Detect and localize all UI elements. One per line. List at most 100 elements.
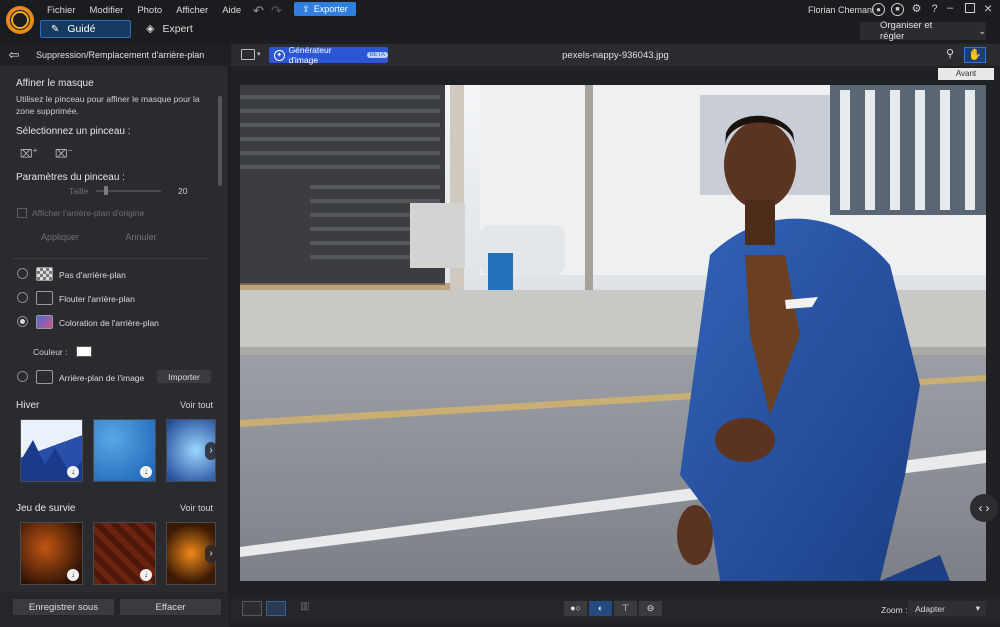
zoom-label: Zoom : [881,605,908,615]
hand-pan-icon[interactable]: ✋ [964,47,986,63]
minimize-icon[interactable]: – [947,2,953,14]
layers-icon: ◈ [146,23,155,35]
organize-adjust-dropdown[interactable]: Organiser et régler ⌄ [860,20,986,42]
main-area: ▾ ✦ Générateur d'image BETA pexels-nappy… [231,44,1000,627]
filmstrip-icon[interactable]: ▥ [300,601,320,616]
help-icon[interactable]: ? [928,3,941,16]
brush-size-slider-knob[interactable] [104,186,108,195]
notification-icon[interactable]: ■ [891,3,904,16]
option-image-background-label: Arrière-plan de l'image [59,373,145,383]
brush-remove-icon[interactable]: ⌧− [55,146,73,162]
image-generator-label: Générateur d'image [288,45,332,65]
refine-mask-desc-line1: Utilisez le pinceau pour affiner le masq… [16,94,200,104]
refine-mask-title: Affiner le masque [16,78,94,89]
radio-no-background[interactable] [17,268,28,279]
brush-params-label: Paramètres du pinceau : [16,172,125,183]
panel-title: Suppression/Remplacement d'arrière-plan [36,50,205,60]
street-portrait-photo [240,85,986,581]
menu-bar: Fichier Modifier Photo Afficher Aide [47,5,241,16]
panel-scrollbar[interactable] [218,96,222,186]
chevron-down-icon: ⌄ [978,25,986,36]
apply-button[interactable]: Appliquer [16,229,104,245]
split-horizontal-icon[interactable]: ⊖ [639,601,662,616]
account-icon[interactable]: ● [872,3,885,16]
download-icon[interactable]: ↓ [140,569,152,581]
show-original-checkbox[interactable] [17,208,27,218]
panel-scroll-area[interactable]: Affiner le masque Utilisez le pinceau po… [0,66,229,586]
survival-thumb-2[interactable]: ↓ [93,522,156,585]
magic-wand-icon: ✎ [51,23,60,35]
section-winter-title: Hiver [16,400,40,411]
transparent-checker-icon [36,267,53,281]
divider [12,258,209,259]
maximize-icon[interactable] [965,3,975,13]
folder-icon[interactable] [241,49,255,60]
tab-guide[interactable]: ✎ Guidé [40,20,131,38]
zoom-value: Adapter [915,603,945,614]
upload-icon: ⇪ [302,3,310,14]
winter-thumb-1[interactable]: ↓ [20,419,83,482]
app-logo-icon [6,6,34,34]
blur-person-icon [36,291,53,305]
radio-color-background[interactable] [17,316,28,327]
single-view-icon[interactable] [242,601,262,616]
menu-aide[interactable]: Aide [222,5,241,16]
menu-fichier[interactable]: Fichier [47,5,76,16]
option-no-background-label: Pas d'arrière-plan [59,270,126,280]
back-arrow-icon[interactable]: ⇦ [0,44,28,66]
main-toolbar: ▾ ✦ Générateur d'image BETA pexels-nappy… [231,44,1000,66]
tab-expert-label: Expert [162,22,193,35]
survival-next-arrow-icon[interactable]: › [205,545,217,563]
menu-photo[interactable]: Photo [137,5,162,16]
close-icon[interactable]: × [984,0,992,16]
clear-button[interactable]: Effacer [120,599,221,615]
redo-icon[interactable]: ↷ [271,3,282,19]
section-survival-title: Jeu de survie [16,503,76,514]
winter-thumb-2[interactable]: ↓ [93,419,156,482]
radio-image-background[interactable] [17,371,28,382]
size-label: Taille [69,186,89,196]
import-button[interactable]: Importer [157,370,211,383]
tooltip-before: Avant [938,68,994,80]
survival-see-all-link[interactable]: Voir tout [180,503,213,513]
zoom-search-icon[interactable]: ⚲ [940,47,960,63]
tab-guide-label: Guidé [67,23,96,35]
bottom-bar: ▥ ●○ ◐ ⊤ ⊖ Zoom : Adapter ▾ [231,597,1000,621]
image-generator-button[interactable]: ✦ Générateur d'image BETA [269,45,388,65]
split-vertical-icon[interactable]: ⊤ [614,601,637,616]
menu-afficher[interactable]: Afficher [176,5,208,16]
chevron-left-icon[interactable]: ‹ [979,501,983,515]
settings-gear-icon[interactable]: ⚙ [910,3,923,16]
compare-toggle-icon[interactable]: ●○ [564,601,587,616]
caret-down-icon[interactable]: ▾ [257,50,261,58]
menu-modifier[interactable]: Modifier [90,5,124,16]
download-icon[interactable]: ↓ [67,466,79,478]
photo-canvas[interactable] [240,85,986,581]
radio-blur-background[interactable] [17,292,28,303]
ai-generator-icon: ✦ [274,49,285,61]
beta-badge: BETA [366,52,388,58]
title-bar: Fichier Modifier Photo Afficher Aide ↶ ↷… [0,0,1000,42]
save-as-button[interactable]: Enregistrer sous [13,599,114,615]
caret-down-icon: ▾ [975,603,980,613]
survival-thumb-1[interactable]: ↓ [20,522,83,585]
winter-see-all-link[interactable]: Voir tout [180,400,213,410]
cancel-button[interactable]: Annuler [108,229,174,245]
winter-next-arrow-icon[interactable]: › [205,442,217,460]
chevron-right-icon[interactable]: › [986,501,990,515]
left-panel: ⇦ Suppression/Remplacement d'arrière-pla… [0,44,229,627]
contrast-view-icon[interactable]: ◐ [589,601,612,616]
add-image-icon [36,370,53,384]
panel-header: ⇦ Suppression/Remplacement d'arrière-pla… [0,44,229,66]
tab-expert[interactable]: ◈ Expert [146,22,193,36]
download-icon[interactable]: ↓ [67,569,79,581]
color-swatch-white[interactable] [76,346,92,357]
username: Florian Chemani [808,5,875,15]
split-view-icon[interactable] [266,601,286,616]
zoom-select[interactable]: Adapter ▾ [908,601,986,616]
export-button[interactable]: ⇪ Exporter [294,2,356,16]
nav-arrows[interactable]: ‹ › [970,494,998,522]
undo-icon[interactable]: ↶ [253,3,264,19]
download-icon[interactable]: ↓ [140,466,152,478]
brush-add-icon[interactable]: ⌧+ [20,146,38,162]
